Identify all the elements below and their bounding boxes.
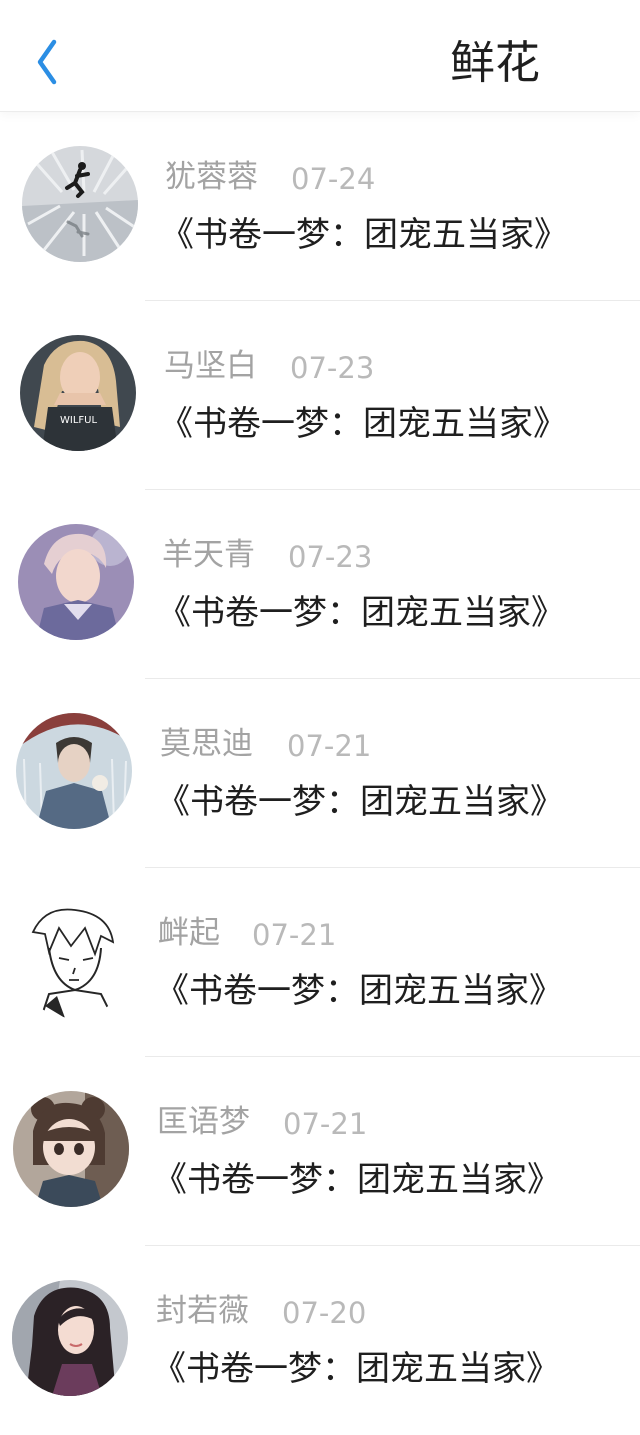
user-name: 羊天青 — [162, 537, 255, 573]
avatar-umbrella-icon — [16, 713, 132, 829]
list-item[interactable]: WILFUL 马坚白 07-23 《书卷一梦：团宠五当家》 — [0, 301, 640, 490]
avatar-longhair-icon — [12, 1280, 128, 1396]
gift-date: 07-24 — [291, 162, 376, 196]
list-item[interactable]: 封若薇 07-20 《书卷一梦：团宠五当家》 — [0, 1246, 640, 1435]
book-title[interactable]: 《书卷一梦：团宠五当家》 — [159, 399, 567, 449]
list-item[interactable]: 犹蓉蓉 07-24 《书卷一梦：团宠五当家》 — [0, 112, 640, 301]
top-bar: 鲜花 — [0, 0, 640, 112]
list-item[interactable]: 衅起 07-21 《书卷一梦：团宠五当家》 — [0, 868, 640, 1057]
book-title[interactable]: 《书卷一梦：团宠五当家》 — [157, 588, 565, 638]
avatar-sketch-icon — [15, 902, 131, 1018]
avatar[interactable] — [22, 146, 138, 262]
avatar-doll-icon — [13, 1091, 129, 1207]
chevron-left-icon — [37, 39, 57, 85]
avatar[interactable] — [18, 524, 134, 640]
book-title[interactable]: 《书卷一梦：团宠五当家》 — [160, 210, 568, 260]
list-item[interactable]: 匡语梦 07-21 《书卷一梦：团宠五当家》 — [0, 1057, 640, 1246]
svg-text:WILFUL: WILFUL — [60, 415, 97, 426]
book-title[interactable]: 《书卷一梦：团宠五当家》 — [155, 966, 563, 1016]
gift-date: 07-23 — [290, 351, 375, 385]
user-name: 莫思迪 — [160, 726, 253, 762]
avatar[interactable] — [16, 713, 132, 829]
gift-date: 07-21 — [252, 918, 337, 952]
avatar-runner-icon — [22, 146, 138, 262]
user-name: 犹蓉蓉 — [165, 159, 258, 195]
gift-date: 07-21 — [287, 729, 372, 763]
avatar-girl-icon: WILFUL — [20, 335, 136, 451]
book-title[interactable]: 《书卷一梦：团宠五当家》 — [152, 1344, 560, 1394]
page-title: 鲜花 — [449, 36, 540, 89]
book-title[interactable]: 《书卷一梦：团宠五当家》 — [156, 777, 564, 827]
book-title[interactable]: 《书卷一梦：团宠五当家》 — [153, 1155, 561, 1205]
user-name: 封若薇 — [156, 1293, 249, 1329]
avatar[interactable] — [12, 1280, 128, 1396]
avatar[interactable] — [13, 1091, 129, 1207]
avatar[interactable] — [15, 902, 131, 1018]
list-item[interactable]: 莫思迪 07-21 《书卷一梦：团宠五当家》 — [0, 679, 640, 868]
gift-date: 07-23 — [288, 540, 373, 574]
user-name: 衅起 — [158, 915, 220, 951]
user-name: 马坚白 — [164, 348, 257, 384]
gift-date: 07-20 — [282, 1296, 367, 1330]
list-item[interactable]: 羊天青 07-23 《书卷一梦：团宠五当家》 — [0, 490, 640, 679]
user-name: 匡语梦 — [157, 1104, 250, 1140]
back-button[interactable] — [20, 32, 76, 92]
flower-gift-list: 犹蓉蓉 07-24 《书卷一梦：团宠五当家》 WILFUL 马坚白 07-23 … — [0, 112, 640, 1435]
avatar-boy-icon — [18, 524, 134, 640]
gift-date: 07-21 — [283, 1107, 368, 1141]
avatar[interactable]: WILFUL — [20, 335, 136, 451]
